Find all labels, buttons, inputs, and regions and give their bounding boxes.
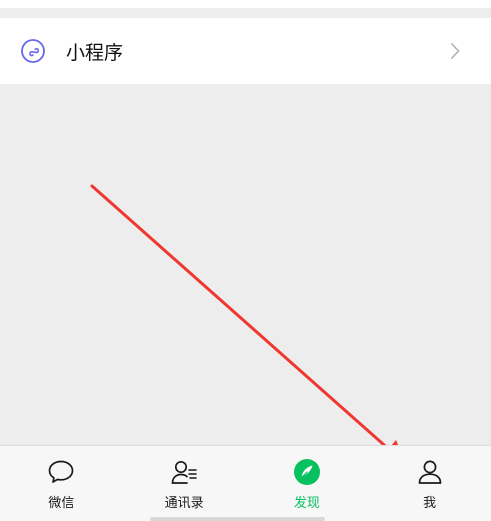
- mini-programs-label: 小程序: [66, 41, 124, 64]
- chat-bubble-icon: [46, 457, 76, 487]
- tab-me-label: 我: [423, 496, 437, 511]
- tab-discover-label: 发现: [293, 496, 320, 511]
- previous-row-edge: [0, 0, 491, 8]
- section-gap: [0, 8, 491, 18]
- tab-contacts[interactable]: 通讯录: [123, 446, 246, 521]
- chevron-right-icon: [449, 42, 461, 60]
- person-icon: [415, 457, 445, 487]
- tab-contacts-label: 通讯录: [164, 496, 204, 511]
- contacts-icon: [169, 457, 199, 487]
- tab-chats-label: 微信: [48, 496, 75, 511]
- compass-icon: [292, 457, 322, 487]
- home-indicator: [150, 517, 325, 521]
- mini-programs-row[interactable]: 小程序: [0, 18, 491, 84]
- empty-discover-area: [0, 84, 491, 445]
- tab-me[interactable]: 我: [368, 446, 491, 521]
- tab-discover[interactable]: 发现: [246, 446, 369, 521]
- tab-chats[interactable]: 微信: [0, 446, 123, 521]
- mini-program-icon: [20, 38, 46, 64]
- bottom-tab-bar: 微信 通讯录 发现 我: [0, 445, 491, 521]
